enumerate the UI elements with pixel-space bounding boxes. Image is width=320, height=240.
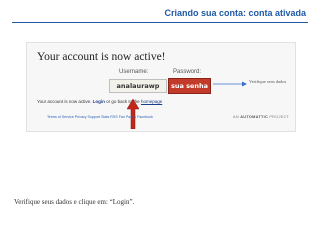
login-link[interactable]: Login <box>93 99 105 104</box>
verify-callout: Verifique seus dados <box>249 79 287 84</box>
username-label: Username: <box>119 69 149 75</box>
footer-links[interactable]: Terms of Service Privacy Support Stats R… <box>47 115 153 119</box>
username-value: analaurawp <box>109 79 167 93</box>
arrow-right-icon <box>213 81 247 87</box>
brand-suffix: PROJECT <box>269 115 290 119</box>
brand-name: AUTOMATTIC <box>240 115 268 119</box>
page-heading: Your account is now active! <box>37 51 166 63</box>
homepage-link[interactable]: homepage <box>141 99 162 104</box>
password-label: Password: <box>173 69 202 75</box>
slide-caption: Verifique seus dados e clique em: “Login… <box>14 198 135 206</box>
brand-prefix: AN <box>233 115 239 119</box>
arrow-up-icon <box>127 99 139 129</box>
automattic-brand: AN AUTOMATTIC PROJECT <box>233 115 289 119</box>
title-divider <box>12 22 308 23</box>
password-value: sua senha <box>168 78 211 94</box>
activation-message: Your account is now active. Login or go … <box>37 99 162 104</box>
slide-title: Criando sua conta: conta ativada <box>164 8 306 18</box>
account-activated-screenshot: Your account is now active! Username: Pa… <box>26 42 296 132</box>
activation-text: Your account is now active. <box>37 99 92 104</box>
